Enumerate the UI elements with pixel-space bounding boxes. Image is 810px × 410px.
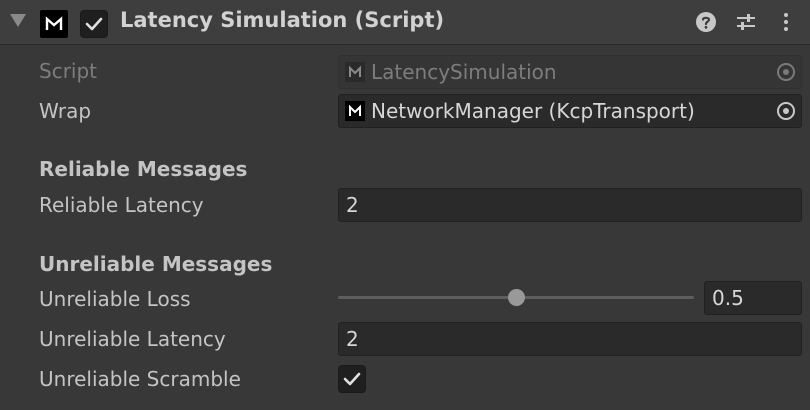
object-picker-icon[interactable] — [771, 95, 801, 127]
mirror-script-icon — [40, 10, 68, 38]
wrap-label: Wrap — [39, 99, 92, 123]
component-enabled-checkbox[interactable] — [80, 10, 108, 38]
script-icon — [345, 62, 365, 82]
component-title: Latency Simulation (Script) — [120, 8, 445, 32]
help-icon[interactable] — [694, 10, 718, 34]
more-vertical-icon[interactable] — [774, 10, 798, 34]
wrap-field[interactable]: NetworkManager (KcpTransport) — [338, 94, 802, 128]
component-header[interactable]: Latency Simulation (Script) — [0, 0, 810, 45]
unreliable-loss-input[interactable]: 0.5 — [704, 281, 802, 315]
unreliable-latency-value: 2 — [346, 327, 359, 351]
reliable-latency-value: 2 — [346, 193, 359, 217]
unreliable-loss-value: 0.5 — [712, 286, 744, 310]
checkmark-icon — [85, 17, 103, 31]
chevron-down-icon[interactable] — [10, 14, 26, 27]
reliable-section-title: Reliable Messages — [39, 157, 248, 181]
unreliable-loss-label: Unreliable Loss — [39, 287, 191, 311]
unreliable-latency-label: Unreliable Latency — [39, 327, 226, 351]
script-label: Script — [39, 59, 98, 83]
sliders-icon[interactable] — [734, 10, 758, 34]
unreliable-loss-slider-thumb[interactable] — [507, 289, 525, 306]
unreliable-section-title: Unreliable Messages — [39, 252, 273, 276]
reliable-latency-input[interactable]: 2 — [338, 188, 802, 222]
reliable-latency-label: Reliable Latency — [39, 193, 204, 217]
unreliable-latency-input[interactable]: 2 — [338, 322, 802, 356]
script-field: LatencySimulation — [338, 55, 802, 89]
object-picker-icon — [777, 63, 795, 81]
network-manager-icon — [345, 101, 365, 121]
wrap-value: NetworkManager (KcpTransport) — [371, 99, 695, 123]
checkmark-icon — [343, 372, 361, 386]
script-value: LatencySimulation — [371, 60, 557, 84]
unreliable-scramble-label: Unreliable Scramble — [39, 367, 241, 391]
unreliable-scramble-checkbox[interactable] — [338, 365, 366, 393]
